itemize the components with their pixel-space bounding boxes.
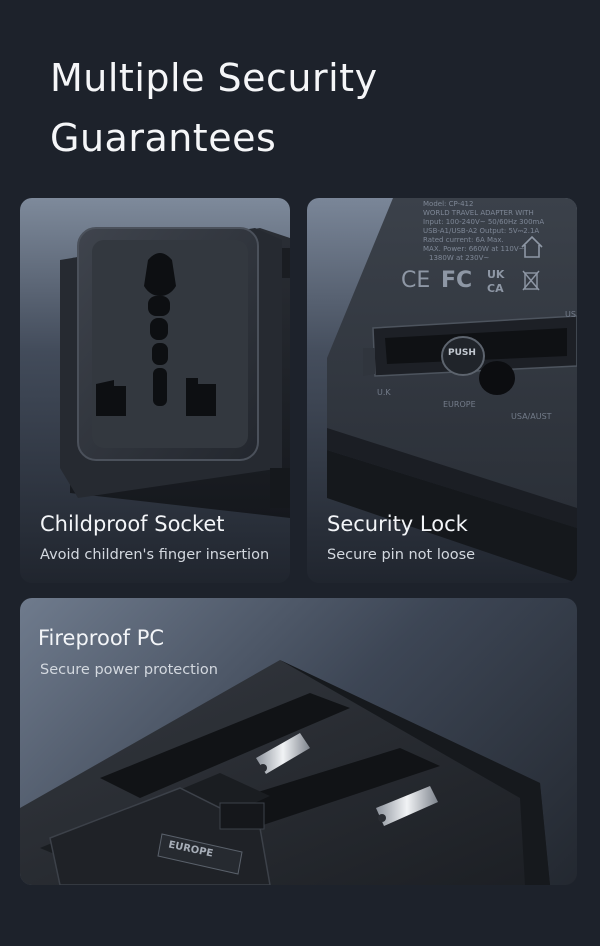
feature-card-fireproof-pc: EUROPE Fireproof PC Secure power protect… bbox=[20, 598, 577, 885]
fcc-mark: FC bbox=[441, 268, 473, 293]
slot-label-uk: U.K bbox=[377, 388, 391, 397]
slot-label-europe: EUROPE bbox=[443, 400, 476, 409]
feature-title-security-lock: Security Lock bbox=[327, 512, 468, 536]
page-title-line-1: Multiple Security bbox=[50, 56, 378, 100]
feature-subtitle-childproof-socket: Avoid children's finger insertion bbox=[40, 547, 270, 563]
side-label-us: US bbox=[565, 310, 576, 319]
spec-line: MAX. Power: 660W at 110V~ bbox=[423, 245, 525, 253]
spec-line: Model: CP-412 bbox=[423, 200, 474, 208]
spec-line: Input: 100-240V~ 50/60Hz 300mA bbox=[423, 218, 545, 226]
feature-title-fireproof-pc: Fireproof PC bbox=[38, 626, 165, 650]
indoor-use-icon bbox=[519, 234, 545, 260]
page-title: Multiple Security Guarantees bbox=[50, 48, 470, 168]
push-button-label: PUSH bbox=[448, 348, 476, 358]
spec-line: 1380W at 230V~ bbox=[429, 254, 490, 262]
feature-card-childproof-socket: Childproof Socket Avoid children's finge… bbox=[20, 198, 290, 583]
ce-mark: CE bbox=[401, 268, 431, 293]
ukca-mark-ca: CA bbox=[487, 282, 504, 295]
weee-bin-icon bbox=[521, 268, 541, 292]
slot-label-usa-aust: USA/AUST bbox=[511, 412, 552, 421]
feature-subtitle-security-lock: Secure pin not loose bbox=[327, 547, 476, 563]
feature-subtitle-fireproof-pc: Secure power protection bbox=[40, 662, 218, 678]
spec-line: Rated current: 6A Max. bbox=[423, 236, 504, 244]
spec-line: WORLD TRAVEL ADAPTER WITH bbox=[423, 209, 534, 217]
ukca-mark-uk: UK bbox=[487, 268, 505, 281]
page-title-line-2: Guarantees bbox=[50, 116, 277, 160]
feature-title-childproof-socket: Childproof Socket bbox=[40, 512, 225, 536]
feature-card-security-lock: Model: CP-412 WORLD TRAVEL ADAPTER WITH … bbox=[307, 198, 577, 583]
